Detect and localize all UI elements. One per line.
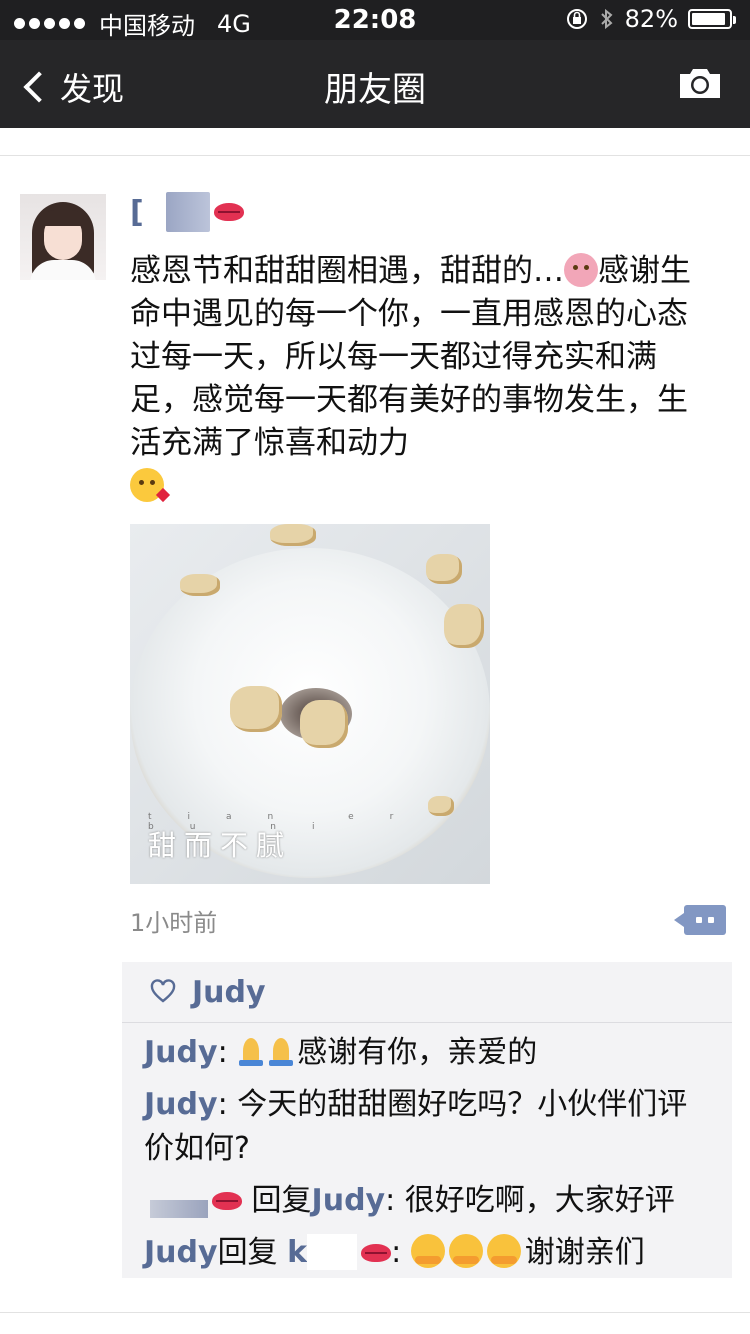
kiss-lips-icon bbox=[213, 203, 244, 221]
comment-author[interactable]: Judy bbox=[144, 1087, 218, 1122]
pray-emoji-icon bbox=[267, 1036, 295, 1066]
reply-target[interactable]: Judy bbox=[312, 1183, 386, 1218]
nav-bar: 发现 朋友圈 bbox=[0, 40, 750, 128]
comment-sep: : bbox=[217, 1035, 228, 1070]
reply-word: 回复 bbox=[217, 1235, 278, 1270]
comment-item[interactable]: 回复Judy: 很好吃啊，大家好评 bbox=[122, 1179, 732, 1223]
camera-icon[interactable] bbox=[676, 66, 724, 100]
heart-outline-icon bbox=[150, 979, 176, 1003]
comment-sep: : bbox=[385, 1183, 396, 1218]
post-text-part1: 感恩节和甜甜圈相遇，甜甜的… bbox=[130, 253, 564, 289]
redacted-name bbox=[150, 1200, 208, 1218]
hug-emoji-icon bbox=[410, 1234, 445, 1268]
reply-target[interactable]: k bbox=[287, 1235, 307, 1270]
battery-icon bbox=[688, 9, 736, 29]
hug-emoji-icon bbox=[486, 1234, 521, 1268]
reply-word: 回复 bbox=[251, 1183, 312, 1218]
comment-author[interactable]: Judy bbox=[144, 1035, 218, 1070]
photo-caption: 甜而不腻 bbox=[148, 829, 293, 862]
kiss-lips-icon bbox=[212, 1192, 242, 1210]
post-author: [ bbox=[130, 190, 244, 234]
comment-item[interactable]: Judy回复 k: 谢谢亲们 bbox=[122, 1231, 732, 1275]
post-time: 1小时前 bbox=[130, 909, 218, 937]
pray-emoji-icon bbox=[237, 1036, 265, 1066]
comment-text: 很好吃啊，大家好评 bbox=[404, 1183, 675, 1218]
likes-row: Judy bbox=[122, 962, 732, 1023]
redacted-name bbox=[307, 1234, 358, 1270]
post-photo[interactable]: tian er bu ni 甜而不腻 bbox=[130, 524, 490, 884]
like-name[interactable]: Judy bbox=[192, 975, 266, 1010]
redacted-name bbox=[165, 192, 210, 232]
hug-emoji-icon bbox=[448, 1234, 483, 1268]
avatar[interactable] bbox=[20, 194, 106, 280]
comment-sep: : bbox=[217, 1087, 228, 1122]
divider bbox=[0, 155, 750, 156]
kiss-face-emoji-icon bbox=[130, 468, 171, 503]
woman-emoji-icon bbox=[564, 253, 598, 287]
kiss-lips-icon bbox=[361, 1244, 392, 1262]
username-link[interactable]: [ bbox=[130, 195, 144, 230]
comment-item[interactable]: Judy: 感谢有你，亲爱的 bbox=[122, 1031, 732, 1075]
page-title: 朋友圈 bbox=[324, 70, 426, 110]
status-right: 82% bbox=[565, 5, 736, 33]
comment-text: 谢谢亲们 bbox=[524, 1235, 645, 1270]
post-text: 感恩节和甜甜圈相遇，甜甜的… 感谢生命中遇见的每一个你，一直用感恩的心态过每一天，… bbox=[130, 250, 700, 508]
comment-author[interactable]: Judy bbox=[144, 1235, 218, 1270]
comment-sep: : bbox=[391, 1235, 402, 1270]
comment-item[interactable]: Judy: 今天的甜甜圈好吃吗？小伙伴们评价如何? bbox=[122, 1083, 732, 1171]
status-bar: 中国移动 4G 22:08 82% bbox=[0, 0, 750, 40]
divider bbox=[0, 1312, 750, 1313]
comments-panel: Judy Judy: 感谢有你，亲爱的 Judy: 今天的甜甜圈好吃吗？小伙伴们… bbox=[122, 962, 732, 1278]
orientation-lock-icon bbox=[566, 9, 587, 29]
comment-button[interactable] bbox=[674, 905, 726, 935]
bluetooth-icon bbox=[600, 8, 613, 30]
battery-percent: 82% bbox=[624, 5, 678, 33]
comment-text: 感谢有你，亲爱的 bbox=[297, 1035, 538, 1070]
